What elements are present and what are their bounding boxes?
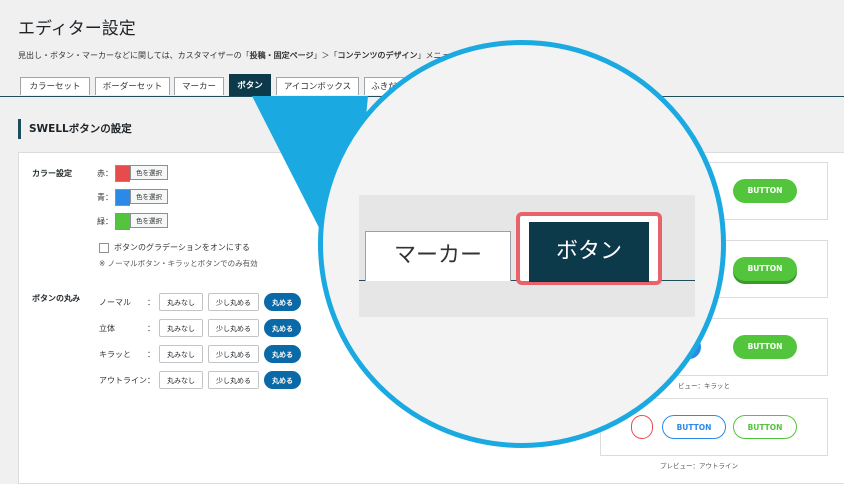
red-label: 赤： — [97, 169, 113, 178]
tab-button[interactable]: ボタン — [229, 74, 271, 96]
radius-3d-round[interactable]: 丸める — [264, 319, 301, 337]
blue-label: 青： — [97, 193, 113, 202]
tab-icon-box[interactable]: アイコンボックス — [276, 77, 359, 95]
radius-outline-round[interactable]: 丸める — [264, 371, 301, 389]
radius-row-kira-label: キラッと — [99, 350, 131, 359]
link-content-design[interactable]: コンテンツのデザイン — [337, 51, 417, 60]
zoom-tab-button: ボタン — [529, 222, 649, 282]
green-label: 緑： — [97, 217, 113, 226]
radius-row-separator: ： — [147, 376, 155, 385]
radius-normal-none[interactable]: 丸みなし — [159, 293, 203, 311]
radius-outline-slight[interactable]: 少し丸める — [208, 371, 259, 389]
gradient-checkbox-label: ボタンのグラデーションをオンにする — [114, 243, 250, 252]
tab-border-set[interactable]: ボーダーセット — [95, 77, 170, 95]
red-color-picker-button[interactable]: 色を選択 — [130, 165, 168, 180]
green-swatch[interactable] — [115, 213, 130, 230]
radius-normal-round[interactable]: 丸める — [264, 293, 301, 311]
radius-row-separator: ： — [147, 324, 155, 333]
radius-row-separator: ： — [147, 298, 155, 307]
tab-marker[interactable]: マーカー — [174, 77, 224, 95]
preview-normal-green-button: BUTTON — [733, 179, 797, 203]
zoom-tab-marker: マーカー — [365, 231, 511, 281]
green-color-picker-button[interactable]: 色を選択 — [130, 213, 168, 228]
radius-row-normal-label: ノーマル — [99, 298, 131, 307]
radius-row-3d-label: 立体 — [99, 324, 115, 333]
preview-outline-green-button: BUTTON — [733, 415, 797, 439]
section-title: SWELLボタンの設定 — [18, 119, 132, 139]
radius-kira-none[interactable]: 丸みなし — [159, 345, 203, 363]
radius-normal-slight[interactable]: 少し丸める — [208, 293, 259, 311]
page-title: エディター設定 — [18, 19, 136, 39]
button-radius-label: ボタンの丸み — [32, 294, 80, 303]
page-description: 見出し・ボタン・マーカーなどに関しては、カスタマイザーの「投稿・固定ページ」＞「… — [18, 51, 481, 60]
red-swatch[interactable] — [115, 165, 130, 182]
zoom-lens: マーカー ボタン — [318, 40, 726, 448]
preview-outline-red-button — [631, 415, 653, 439]
radius-3d-slight[interactable]: 少し丸める — [208, 319, 259, 337]
radius-kira-slight[interactable]: 少し丸める — [208, 345, 259, 363]
color-settings-label: カラー設定 — [32, 169, 72, 178]
blue-swatch[interactable] — [115, 189, 130, 206]
radius-row-separator: ： — [147, 350, 155, 359]
preview-kira-green-button: BUTTON — [733, 335, 797, 359]
link-post-page[interactable]: 投稿・固定ページ — [250, 51, 314, 60]
preview-3d-green-button: BUTTON — [733, 257, 797, 281]
preview-outline-blue-button: BUTTON — [662, 415, 726, 439]
preview-kira-label: ビュー：キラッと — [678, 382, 730, 390]
blue-color-picker-button[interactable]: 色を選択 — [130, 189, 168, 204]
radius-row-outline-label: アウトライン — [99, 376, 147, 385]
zoom-lens-content: マーカー ボタン — [359, 195, 695, 317]
zoom-highlight-box: ボタン — [516, 212, 662, 285]
gradient-note: ※ ノーマルボタン・キラッとボタンでのみ有効 — [99, 259, 258, 268]
radius-3d-none[interactable]: 丸みなし — [159, 319, 203, 337]
gradient-checkbox[interactable] — [99, 243, 109, 253]
radius-outline-none[interactable]: 丸みなし — [159, 371, 203, 389]
radius-kira-round[interactable]: 丸める — [264, 345, 301, 363]
tab-color-set[interactable]: カラーセット — [20, 77, 90, 95]
preview-outline-label: プレビュー：アウトライン — [660, 462, 738, 470]
